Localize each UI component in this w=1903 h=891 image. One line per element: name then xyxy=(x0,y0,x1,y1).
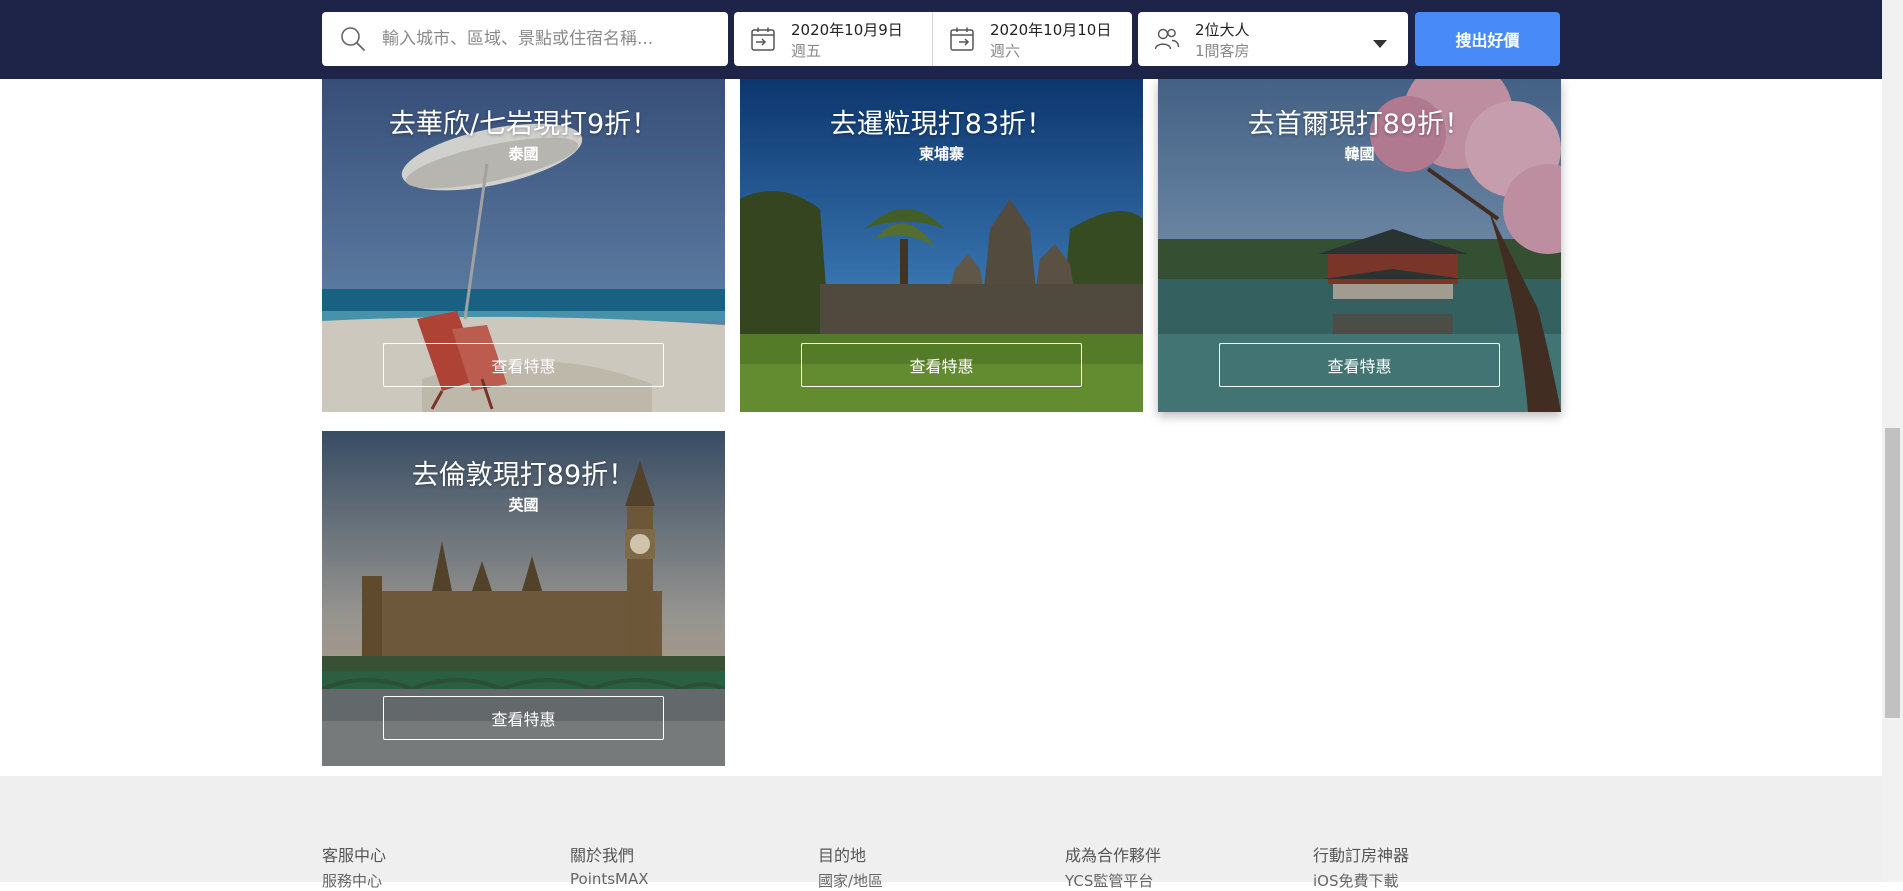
people-icon xyxy=(1154,27,1180,55)
card-title: 去華欣/七岩現打9折！ xyxy=(388,109,659,140)
footer-heading: 成為合作夥伴 xyxy=(1065,846,1162,865)
footer-column-support: 客服中心 服務中心 xyxy=(322,842,387,890)
card-country: 韓國 xyxy=(1344,145,1375,163)
deal-card-huahin[interactable]: 去華欣/七岩現打9折！ 泰國 查看特惠 xyxy=(322,79,725,412)
footer-link[interactable]: PointsMAX xyxy=(570,870,649,888)
view-deal-button[interactable]: 查看特惠 xyxy=(383,696,664,740)
footer-heading: 關於我們 xyxy=(570,846,635,865)
adults-count: 2位大人 xyxy=(1195,21,1250,39)
deal-card-siemreap[interactable]: 去暹粒現打83折！ 柬埔寨 查看特惠 xyxy=(740,79,1143,412)
footer-link[interactable]: 國家/地區 xyxy=(818,870,883,891)
scrollbar-thumb[interactable] xyxy=(1885,428,1900,718)
page-scrollbar[interactable] xyxy=(1882,0,1903,882)
footer-column-partners: 成為合作夥伴 YCS監管平台 xyxy=(1065,842,1162,890)
calendar-checkin-icon xyxy=(750,26,776,56)
date-picker[interactable]: 2020年10月9日 週五 2020年10月10日 週六 xyxy=(734,12,1132,66)
card-title: 去暹粒現打83折！ xyxy=(829,109,1054,140)
checkout-date: 2020年10月10日 xyxy=(990,21,1112,39)
view-deal-button[interactable]: 查看特惠 xyxy=(383,343,664,387)
card-title: 去首爾現打89折！ xyxy=(1247,109,1472,140)
footer-link[interactable]: 服務中心 xyxy=(322,870,382,891)
checkin-date: 2020年10月9日 xyxy=(791,21,903,39)
site-footer: 客服中心 服務中心 關於我們 PointsMAX 目的地 國家/地區 成為合作夥… xyxy=(0,776,1882,890)
search-input[interactable] xyxy=(380,26,714,52)
search-icon xyxy=(340,26,366,56)
card-title: 去倫敦現打89折！ xyxy=(411,460,636,491)
checkin-date-field[interactable]: 2020年10月9日 週五 xyxy=(734,12,932,66)
footer-column-mobile-apps: 行動訂房神器 iOS免費下載 xyxy=(1313,842,1410,890)
view-deal-button[interactable]: 查看特惠 xyxy=(1219,343,1500,387)
card-country: 泰國 xyxy=(508,145,539,163)
card-country: 柬埔寨 xyxy=(918,145,964,163)
view-deal-button[interactable]: 查看特惠 xyxy=(801,343,1082,387)
search-button[interactable]: 搜出好價 xyxy=(1415,12,1560,66)
footer-heading: 目的地 xyxy=(818,846,867,865)
rooms-count: 1間客房 xyxy=(1195,42,1250,60)
card-country: 英國 xyxy=(508,496,539,514)
footer-column-about: 關於我們 PointsMAX xyxy=(570,842,649,888)
footer-heading: 行動訂房神器 xyxy=(1313,846,1410,865)
checkout-date-field[interactable]: 2020年10月10日 週六 xyxy=(933,12,1131,66)
footer-column-destinations: 目的地 國家/地區 xyxy=(818,842,883,890)
search-header: 2020年10月9日 週五 2020年10月10日 週六 xyxy=(0,0,1882,79)
deal-card-seoul[interactable]: 去首爾現打89折！ 韓國 查看特惠 xyxy=(1158,79,1561,412)
footer-link[interactable]: YCS監管平台 xyxy=(1065,870,1153,891)
guest-selector[interactable]: 2位大人 1間客房 xyxy=(1138,12,1408,66)
deal-card-london[interactable]: 去倫敦現打89折！ 英國 查看特惠 xyxy=(322,431,725,766)
checkout-weekday: 週六 xyxy=(990,42,1021,60)
calendar-checkout-icon xyxy=(949,26,975,56)
checkin-weekday: 週五 xyxy=(791,42,822,60)
search-box[interactable] xyxy=(322,12,728,66)
footer-link[interactable]: iOS免費下載 xyxy=(1313,870,1399,891)
caret-down-icon[interactable] xyxy=(1372,34,1388,53)
footer-heading: 客服中心 xyxy=(322,846,387,865)
